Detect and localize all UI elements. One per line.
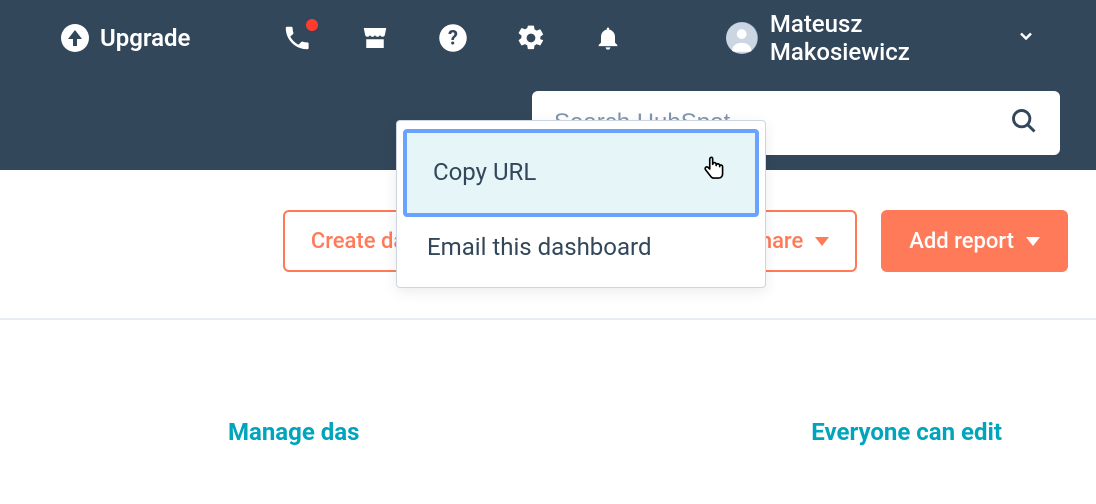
upgrade-icon [60,23,90,53]
upgrade-label: Upgrade [100,24,190,52]
upgrade-button[interactable]: Upgrade [60,23,190,53]
share-dropdown: Copy URL Email this dashboard [396,120,766,288]
share-menu-copy-url[interactable]: Copy URL [403,129,759,217]
bell-icon[interactable] [594,24,622,52]
caret-down-icon [1026,237,1040,246]
avatar [726,22,757,54]
menu-item-label: Copy URL [433,158,536,186]
user-menu[interactable]: Mateusz Makosiewicz [726,10,1036,66]
everyone-can-edit-link-partial[interactable]: Everyone can edit [811,418,1002,446]
manage-dashboards-link-partial[interactable]: Manage das [228,418,359,446]
topbar-icon-group: ? [282,23,622,53]
chevron-down-icon [1016,24,1036,52]
gear-icon[interactable] [516,23,546,53]
add-report-label: Add report [909,229,1014,254]
dashboard-footer-links: Manage das Everyone can edit [0,418,1096,446]
menu-item-label: Email this dashboard [427,233,651,261]
add-report-button[interactable]: Add report [881,210,1068,272]
marketplace-icon[interactable] [360,23,390,53]
cursor-hand-icon [701,155,729,189]
svg-text:?: ? [448,25,458,49]
user-name: Mateusz Makosiewicz [770,10,1004,66]
share-menu-email-dashboard[interactable]: Email this dashboard [397,217,765,279]
search-icon[interactable] [1010,107,1038,139]
top-navbar: Upgrade ? [0,0,1096,76]
notification-badge [304,17,320,33]
phone-icon[interactable] [282,23,312,53]
caret-down-icon [815,237,829,246]
help-icon[interactable]: ? [438,23,468,53]
